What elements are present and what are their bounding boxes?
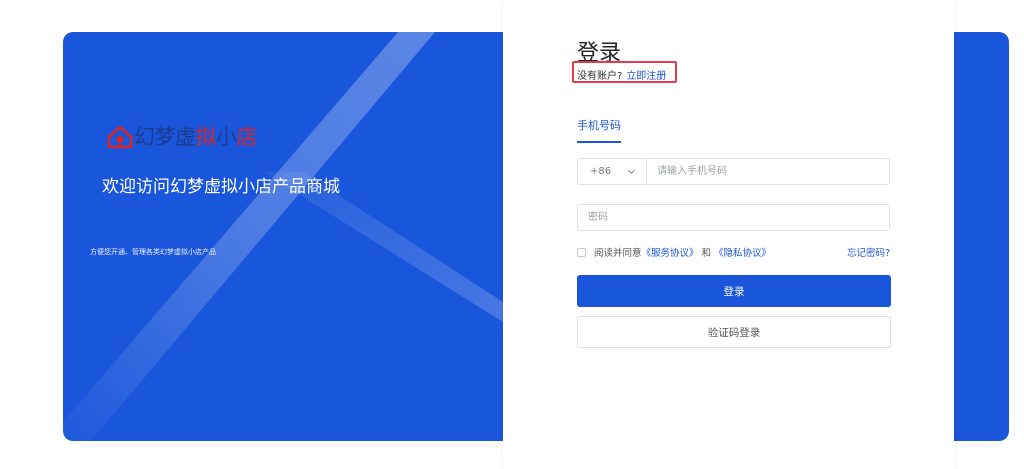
chevron-down-icon bbox=[627, 169, 636, 175]
forgot-password-link[interactable]: 忘记密码? bbox=[847, 245, 890, 259]
brand-logo: 幻梦虚拟小店 bbox=[107, 122, 257, 152]
welcome-heading: 欢迎访问幻梦虚拟小店产品商城 bbox=[102, 177, 340, 197]
agree-prefix: 阅读并同意 bbox=[594, 248, 642, 259]
phone-input[interactable] bbox=[647, 159, 889, 184]
password-input[interactable] bbox=[578, 205, 889, 230]
and-text: 和 bbox=[701, 248, 712, 259]
tab-phone[interactable]: 手机号码 bbox=[577, 117, 621, 143]
phone-field: +86 bbox=[577, 158, 890, 185]
privacy-agreement-link[interactable]: 《隐私协议》 bbox=[714, 245, 771, 259]
tagline: 方便您开通、管理各类幻梦虚拟小店产品 bbox=[90, 248, 216, 256]
brand-name: 幻梦虚拟小店 bbox=[134, 125, 257, 149]
highlight-box bbox=[572, 61, 677, 83]
login-card: 登录 没有账户?立即注册 手机号码 +86 阅读并同意 《服务协议》 和 《隐私… bbox=[503, 0, 954, 469]
agree-checkbox[interactable] bbox=[577, 247, 586, 257]
password-field bbox=[577, 204, 890, 231]
login-button[interactable]: 登录 bbox=[577, 275, 891, 307]
agreement-row: 阅读并同意 《服务协议》 和 《隐私协议》 忘记密码? bbox=[577, 245, 890, 259]
sms-login-button[interactable]: 验证码登录 bbox=[577, 316, 891, 348]
house-logo-icon bbox=[107, 125, 133, 149]
country-code-select[interactable]: +86 bbox=[578, 159, 647, 184]
country-code-value: +86 bbox=[590, 166, 612, 177]
service-agreement-link[interactable]: 《服务协议》 bbox=[642, 245, 699, 259]
